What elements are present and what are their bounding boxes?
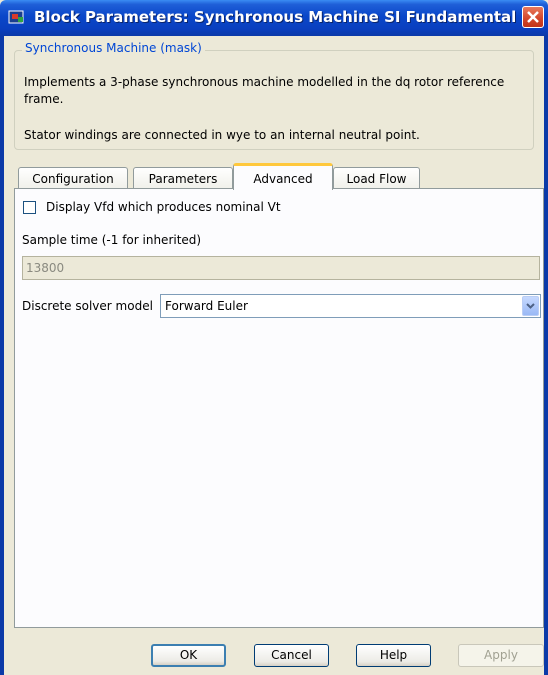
sample-time-label: Sample time (-1 for inherited) xyxy=(22,233,202,247)
title-bar[interactable]: Block Parameters: Synchronous Machine SI… xyxy=(0,0,548,36)
close-icon xyxy=(527,11,539,23)
mask-description-wiring: Stator windings are connected in wye to … xyxy=(24,128,420,142)
window-frame-left xyxy=(0,36,4,675)
advanced-tab-panel xyxy=(14,188,544,628)
solver-model-value: Forward Euler xyxy=(165,299,248,313)
tab-load-flow[interactable]: Load Flow xyxy=(333,167,420,189)
solver-model-label: Discrete solver model xyxy=(22,299,153,313)
tab-advanced[interactable]: Advanced xyxy=(233,163,333,190)
dropdown-arrow-button[interactable] xyxy=(522,296,539,316)
tab-configuration[interactable]: Configuration xyxy=(18,167,128,189)
simulink-block-icon xyxy=(8,10,24,24)
ok-button[interactable]: OK xyxy=(151,644,226,667)
display-vfd-label[interactable]: Display Vfd which produces nominal Vt xyxy=(46,200,281,214)
sample-time-input[interactable]: 13800 xyxy=(22,256,540,280)
mask-description: Implements a 3-phase synchronous machine… xyxy=(24,75,505,106)
display-vfd-checkbox[interactable] xyxy=(23,201,36,214)
apply-button[interactable]: Apply xyxy=(458,644,544,667)
solver-model-dropdown[interactable]: Forward Euler xyxy=(160,294,541,318)
help-button[interactable]: Help xyxy=(356,644,431,667)
close-button[interactable] xyxy=(522,6,544,28)
mask-group-legend: Synchronous Machine (mask) xyxy=(22,41,205,55)
cancel-button[interactable]: Cancel xyxy=(254,644,329,667)
window-title: Block Parameters: Synchronous Machine SI… xyxy=(34,8,517,26)
chevron-down-icon xyxy=(526,303,535,309)
window-frame-right xyxy=(544,36,548,675)
tab-parameters[interactable]: Parameters xyxy=(133,167,233,189)
